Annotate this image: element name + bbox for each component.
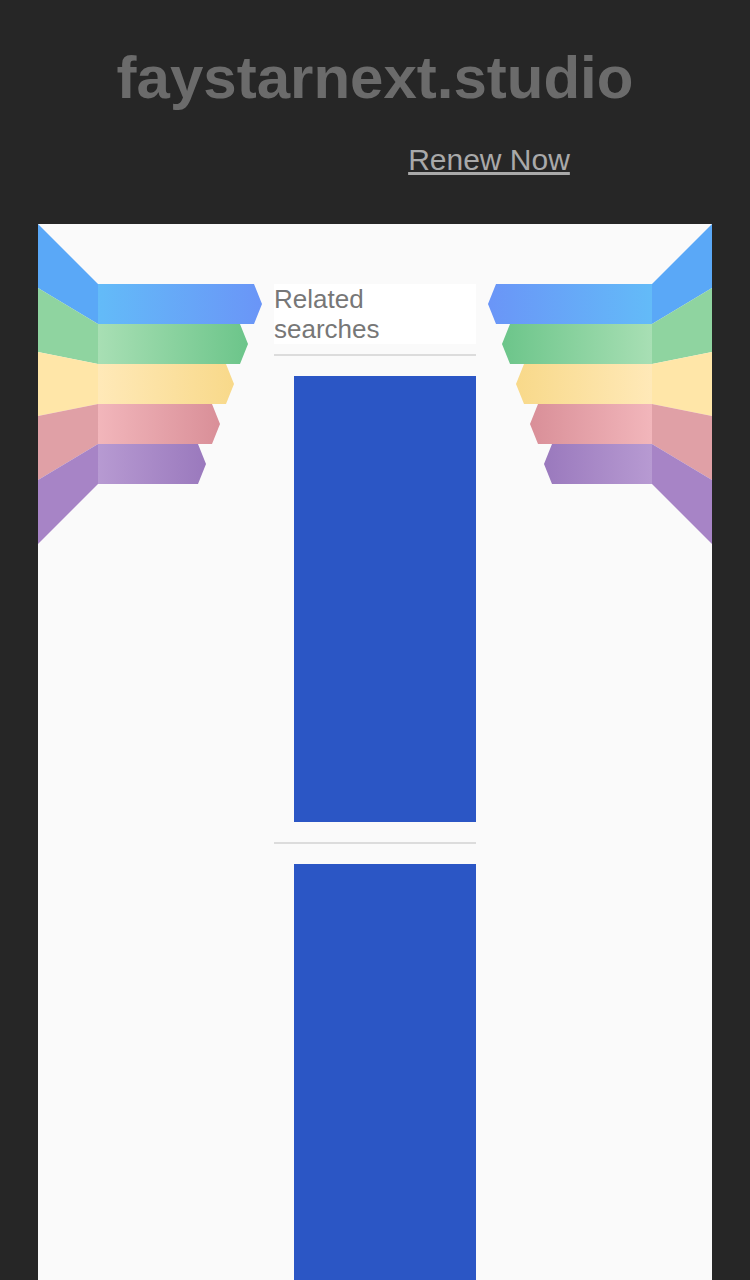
ad-block[interactable] (294, 376, 476, 822)
content-panel: Related searches (38, 224, 712, 1280)
ad-block[interactable] (294, 864, 476, 1280)
ribbon-right-icon (476, 224, 712, 1280)
ribbon-left-icon (38, 224, 274, 1280)
related-column: Related searches (274, 224, 476, 1280)
divider (274, 354, 476, 356)
domain-title: faystarnext.studio (0, 0, 750, 113)
related-heading: Related searches (274, 284, 476, 344)
header: faystarnext.studio Renew Now (0, 0, 750, 224)
divider (274, 842, 476, 844)
renew-link[interactable]: Renew Now (408, 143, 570, 176)
